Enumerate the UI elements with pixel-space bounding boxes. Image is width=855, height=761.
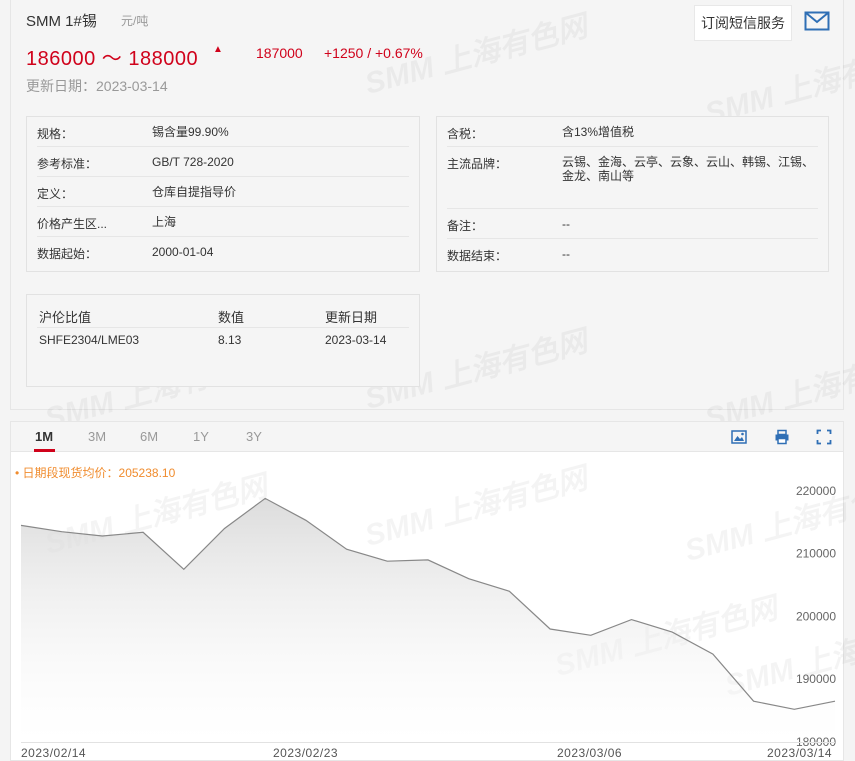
- spec-row: 数据结束： --: [447, 239, 818, 269]
- spec-label: 备注：: [447, 219, 484, 233]
- x-tick-label: 2023/03/14: [767, 746, 832, 760]
- spec-row: 主流品牌： 云锡、金海、云亭、云象、云山、韩锡、江锡、金龙、南山等: [447, 147, 818, 209]
- spec-row: 价格产生区... 上海: [37, 207, 409, 237]
- tab-1m[interactable]: 1M: [35, 429, 53, 444]
- y-tick-label: 190000: [796, 672, 836, 686]
- spec-label: 数据结束：: [447, 249, 508, 263]
- spec-box-right: 含税： 含13%增值税 主流品牌： 云锡、金海、云亭、云象、云山、韩锡、江锡、金…: [436, 116, 829, 272]
- spec-row: 含税： 含13%增值税: [447, 117, 818, 147]
- trend-up-icon: ▲: [213, 44, 223, 55]
- chart-tab-bar: 1M 3M 6M 1Y 3Y: [11, 422, 843, 452]
- ratio-header: 更新日期: [325, 310, 378, 325]
- subscribe-sms-button[interactable]: 订阅短信服务: [694, 5, 792, 41]
- y-tick-label: 200000: [796, 609, 836, 623]
- spec-box-left: 规格： 锡含量99.90% 参考标准： GB/T 728-2020 定义： 仓库…: [26, 116, 420, 272]
- ratio-cell: SHFE2304/LME03: [39, 333, 140, 347]
- spec-value: 2000-01-04: [152, 245, 214, 259]
- spec-value: --: [562, 247, 570, 261]
- spec-row: 规格： 锡含量99.90%: [37, 117, 409, 147]
- ratio-header: 数值: [218, 310, 245, 325]
- spec-label: 含税：: [447, 127, 484, 141]
- price-summary-panel: SMM 上海有色网 SMM 上海有色网 SMM 上海有色网 SMM 上海有色网 …: [10, 0, 855, 436]
- print-icon[interactable]: [774, 429, 790, 445]
- x-tick-label: 2023/02/23: [273, 746, 338, 760]
- y-tick-label: 220000: [796, 484, 836, 498]
- price-area-fill: [21, 498, 835, 742]
- x-tick-label: 2023/03/06: [557, 746, 622, 760]
- spec-label: 参考标准：: [37, 157, 98, 171]
- spec-value: --: [562, 217, 570, 231]
- y-tick-label: 210000: [796, 547, 836, 561]
- spec-label: 规格：: [37, 127, 74, 141]
- price-range: 186000 ～ 188000: [26, 48, 199, 70]
- ratio-cell: 8.13: [218, 333, 242, 347]
- spec-label: 定义：: [37, 187, 74, 201]
- ratio-table: 沪伦比值 数值 更新日期 SHFE2304/LME03 8.13 2023-03…: [26, 294, 420, 387]
- price-chart-panel: 1M 3M 6M 1Y 3Y • 日期段现货均价：205238.10 SMM 上…: [10, 421, 855, 761]
- spec-value: GB/T 728-2020: [152, 155, 234, 169]
- tab-3m[interactable]: 3M: [88, 429, 106, 444]
- divider: [37, 327, 409, 328]
- spec-label: 数据起始：: [37, 247, 98, 261]
- ratio-header: 沪伦比值: [39, 310, 92, 325]
- spec-value: 上海: [152, 215, 177, 229]
- average-price: 187000: [256, 45, 303, 61]
- spec-row: 数据起始： 2000-01-04: [37, 237, 409, 267]
- image-icon[interactable]: [731, 429, 747, 445]
- price-unit: 元/吨: [121, 14, 149, 28]
- spec-value: 仓库自提指导价: [152, 185, 237, 199]
- spec-row: 定义： 仓库自提指导价: [37, 177, 409, 207]
- price-area-chart: 1800001900002000002100002200002023/02/14…: [20, 484, 836, 760]
- spec-value: 含13%增值税: [562, 125, 635, 139]
- spec-value: 云锡、金海、云亭、云象、云山、韩锡、江锡、金龙、南山等: [562, 155, 815, 183]
- ratio-cell: 2023-03-14: [325, 333, 387, 347]
- tab-6m[interactable]: 6M: [140, 429, 158, 444]
- spec-row: 备注： --: [447, 209, 818, 239]
- price-change: +1250 / +0.67%: [324, 45, 423, 61]
- spec-label: 价格产生区...: [37, 217, 108, 231]
- x-tick-label: 2023/02/14: [21, 746, 86, 760]
- product-title: SMM 1#锡: [26, 13, 97, 30]
- mail-icon[interactable]: [804, 10, 830, 32]
- tab-3y[interactable]: 3Y: [246, 429, 262, 444]
- spec-row: 参考标准： GB/T 728-2020: [37, 147, 409, 177]
- fullscreen-icon[interactable]: [816, 429, 832, 445]
- spec-value: 锡含量99.90%: [152, 125, 229, 139]
- spec-label: 主流品牌：: [447, 157, 508, 171]
- update-date: 更新日期：2023-03-14: [26, 78, 168, 94]
- tab-1y[interactable]: 1Y: [193, 429, 209, 444]
